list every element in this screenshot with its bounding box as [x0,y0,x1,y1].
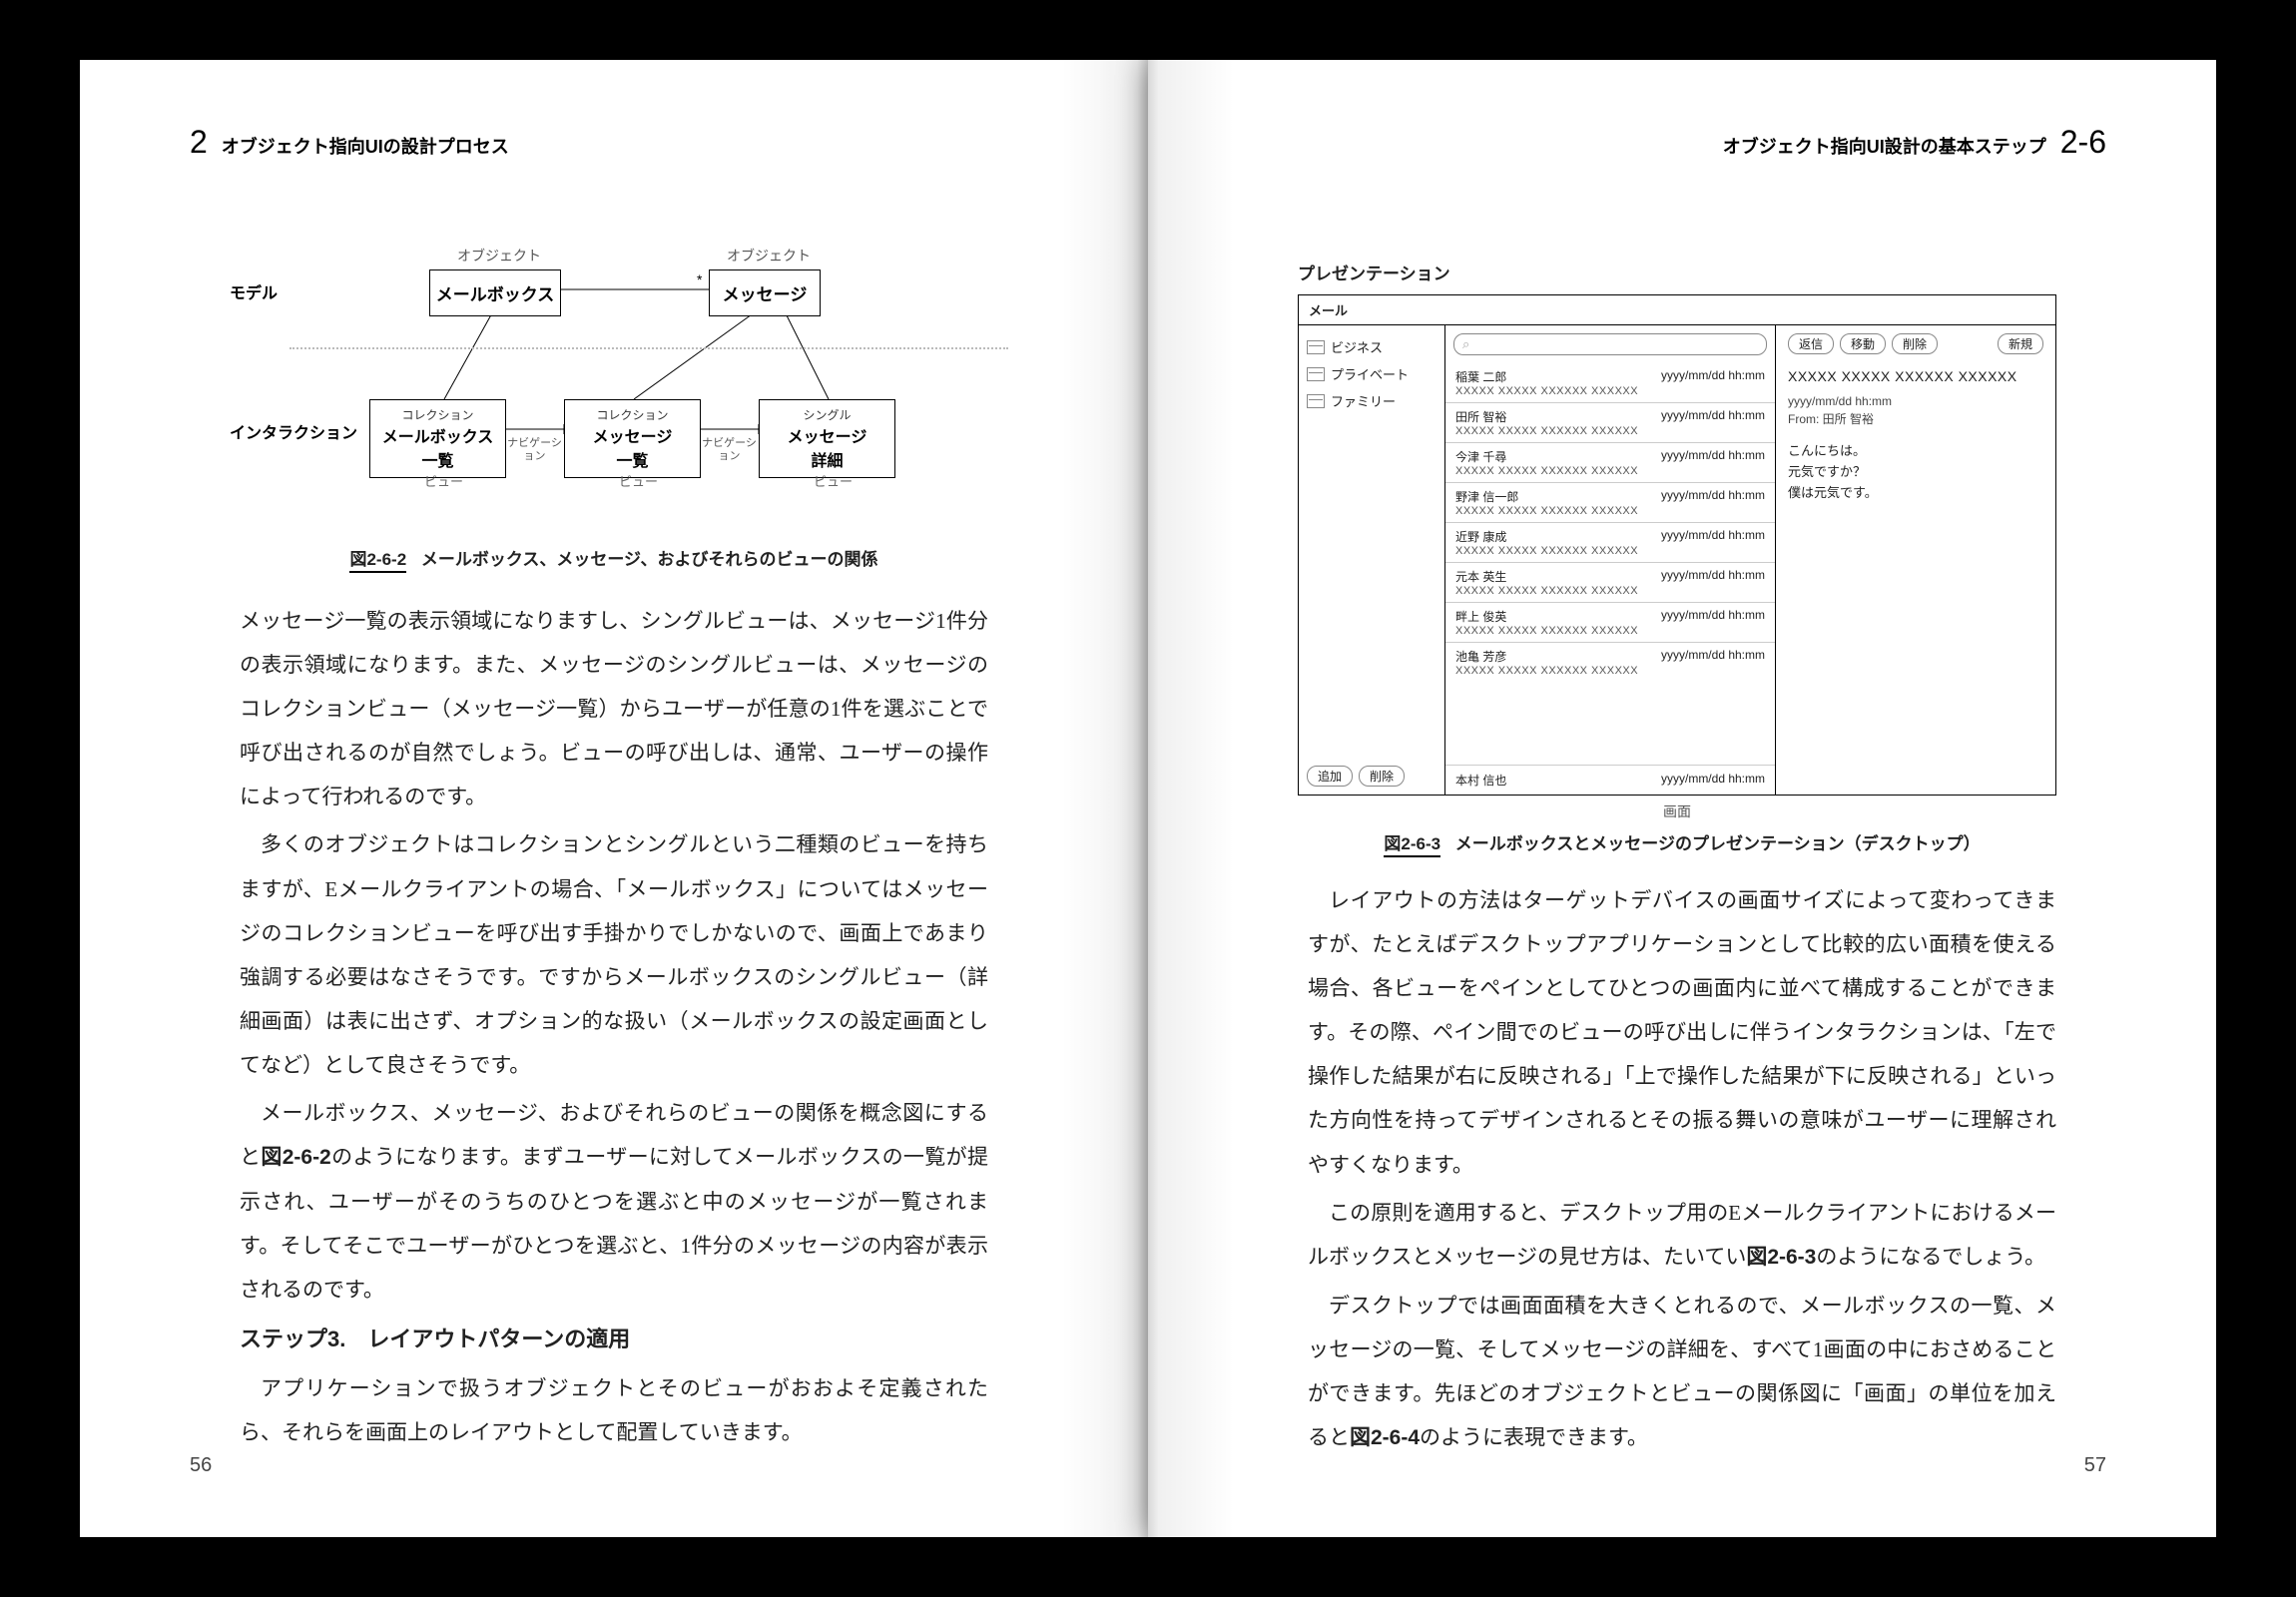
object-mailbox: メールボックス [429,269,561,316]
mailbox-pane: ビジネスプライベートファミリー 追加 削除 [1299,325,1445,795]
mailbox-label: ファミリー [1331,391,1396,410]
viewport: 2 オブジェクト指向UIの設計プロセス モデル インタラクション オブジェクト [0,0,2296,1597]
object-message: メッセージ [709,269,821,316]
window-titlebar: メール [1299,295,2055,325]
nav-label-1: ナビゲーション [507,437,562,463]
mailbox-item[interactable]: ファミリー [1307,387,1436,414]
figure-caption-2-6-2: 図2-6-2 メールボックス、メッセージ、およびそれらのビューの関係 [240,542,988,578]
mailbox-label: ビジネス [1331,337,1383,356]
delete-button[interactable]: 削除 [1359,766,1405,787]
message-row[interactable]: 稲葉 二郎yyyy/mm/dd hh:mmXXXXX XXXXX XXXXXX … [1445,363,1775,402]
message-row[interactable]: 田所 智裕yyyy/mm/dd hh:mmXXXXX XXXXX XXXXXX … [1445,402,1775,442]
mailbox-item[interactable]: ビジネス [1307,333,1436,360]
figure-2-6-3: プレゼンテーション メール ビジネスプライベートファミリー 追加 削除 ⌕ [1298,260,2056,821]
mailbox-label: プライベート [1331,364,1409,383]
new-button[interactable]: 新規 [1998,333,2043,354]
page-right: オブジェクト指向UI設計の基本ステップ 2-6 プレゼンテーション メール ビジ… [1148,60,2216,1537]
body-paragraph: メールボックス、メッセージ、およびそれらのビューの関係を概念図にすると図2-6-… [240,1091,988,1312]
row-label-model: モデル [230,279,278,303]
message-from: From: 田所 智裕 [1788,410,2043,427]
move-button[interactable]: 移動 [1840,333,1886,354]
view-label-2: ビュー [619,471,658,490]
layer-divider [289,347,1008,349]
page-left: 2 オブジェクト指向UIの設計プロセス モデル インタラクション オブジェクト [80,60,1148,1537]
message-row[interactable]: 畔上 俊英yyyy/mm/dd hh:mmXXXXX XXXXX XXXXXX … [1445,602,1775,642]
book-spread: 2 オブジェクト指向UIの設計プロセス モデル インタラクション オブジェクト [80,60,2216,1537]
multiplicity-star: * [697,271,702,287]
message-subject: XXXXX XXXXX XXXXXX XXXXXX [1788,368,2043,384]
page-number-left: 56 [190,1454,212,1477]
body-paragraph: アプリケーションで扱うオブジェクトとそのビューがおおよそ定義されたら、それらを画… [240,1366,988,1454]
section-title: オブジェクト指向UI設計の基本ステップ [1723,133,2046,159]
view-type: コレクション [370,406,505,423]
view-message-list: コレクション メッセージ一覧 [564,399,701,478]
body-paragraph: この原則を適用すると、デスクトップ用のEメールクライアントにおけるメールボックス… [1308,1191,2056,1280]
mock-window: メール ビジネスプライベートファミリー 追加 削除 ⌕ 稲葉 二郎yyyy/mm… [1298,294,2056,796]
mailbox-icon [1307,340,1325,354]
section-number: 2-6 [2060,124,2106,161]
running-head-right: オブジェクト指向UI設計の基本ステップ 2-6 [1723,124,2106,161]
body-paragraph: メッセージ一覧の表示領域になりますし、シングルビューは、メッセージ1件分の表示領… [240,599,988,818]
message-row[interactable]: 今津 千尋yyyy/mm/dd hh:mmXXXXX XXXXX XXXXXX … [1445,442,1775,482]
message-list-pane: ⌕ 稲葉 二郎yyyy/mm/dd hh:mmXXXXX XXXXX XXXXX… [1445,325,1776,795]
body-paragraph: 多くのオブジェクトはコレクションとシングルという二種類のビューを持ちますが、Eメ… [240,822,988,1087]
mailbox-icon [1307,367,1325,381]
message-date: yyyy/mm/dd hh:mm [1788,394,2043,408]
view-type: シングル [760,406,894,423]
reply-button[interactable]: 返信 [1788,333,1834,354]
view-mailbox-list: コレクション メールボックス一覧 [369,399,506,478]
page-number-right: 57 [2084,1454,2106,1477]
view-label-1: ビュー [424,471,463,490]
figure-caption-2-6-3: 図2-6-3 メールボックスとメッセージのプレゼンテーション（デスクトップ） [1308,826,2056,862]
message-detail-pane: 返信 移動 削除 新規 XXXXX XXXXX XXXXXX XXXXXX yy… [1776,325,2055,795]
heading-step3: ステップ3. レイアウトパターンの適用 [240,1317,988,1362]
search-input[interactable]: ⌕ [1453,333,1767,355]
running-head-left: 2 オブジェクト指向UIの設計プロセス [190,124,509,161]
message-row[interactable]: 近野 康成yyyy/mm/dd hh:mmXXXXX XXXXX XXXXXX … [1445,522,1775,562]
chapter-title: オブジェクト指向UIの設計プロセス [222,133,509,159]
add-button[interactable]: 追加 [1307,766,1353,787]
mailbox-icon [1307,394,1325,408]
chapter-number: 2 [190,124,208,161]
view-type: コレクション [565,406,700,423]
message-row[interactable]: 元本 英生yyyy/mm/dd hh:mmXXXXX XXXXX XXXXXX … [1445,562,1775,602]
view-label-3: ビュー [814,471,853,490]
nav-label-2: ナビゲーション [702,437,757,463]
message-row[interactable]: 野津 信一郎yyyy/mm/dd hh:mmXXXXX XXXXX XXXXXX… [1445,482,1775,522]
view-message-detail: シングル メッセージ詳細 [759,399,895,478]
body-paragraph: デスクトップでは画面面積を大きくとれるので、メールボックスの一覧、メッセージの一… [1308,1284,2056,1460]
object-label-1: オブジェクト [449,246,549,266]
message-body: こんにちは。 元気ですか？ 僕は元気です。 [1788,441,2043,503]
mailbox-item[interactable]: プライベート [1307,360,1436,387]
body-paragraph: レイアウトの方法はターゲットデバイスの画面サイズによって変わってきますが、たとえ… [1308,878,2056,1187]
list-more-row: 本村 信也 yyyy/mm/dd hh:mm [1445,765,1775,795]
row-label-interaction: インタラクション [230,419,357,443]
message-row[interactable]: 池亀 芳彦yyyy/mm/dd hh:mmXXXXX XXXXX XXXXXX … [1445,642,1775,682]
object-label-2: オブジェクト [719,246,819,266]
delete-button[interactable]: 削除 [1892,333,1938,354]
figure-2-6-2: モデル インタラクション オブジェクト オブジェクト メールボックス メッセージ… [230,220,1008,499]
figure-heading: プレゼンテーション [1298,260,2056,284]
